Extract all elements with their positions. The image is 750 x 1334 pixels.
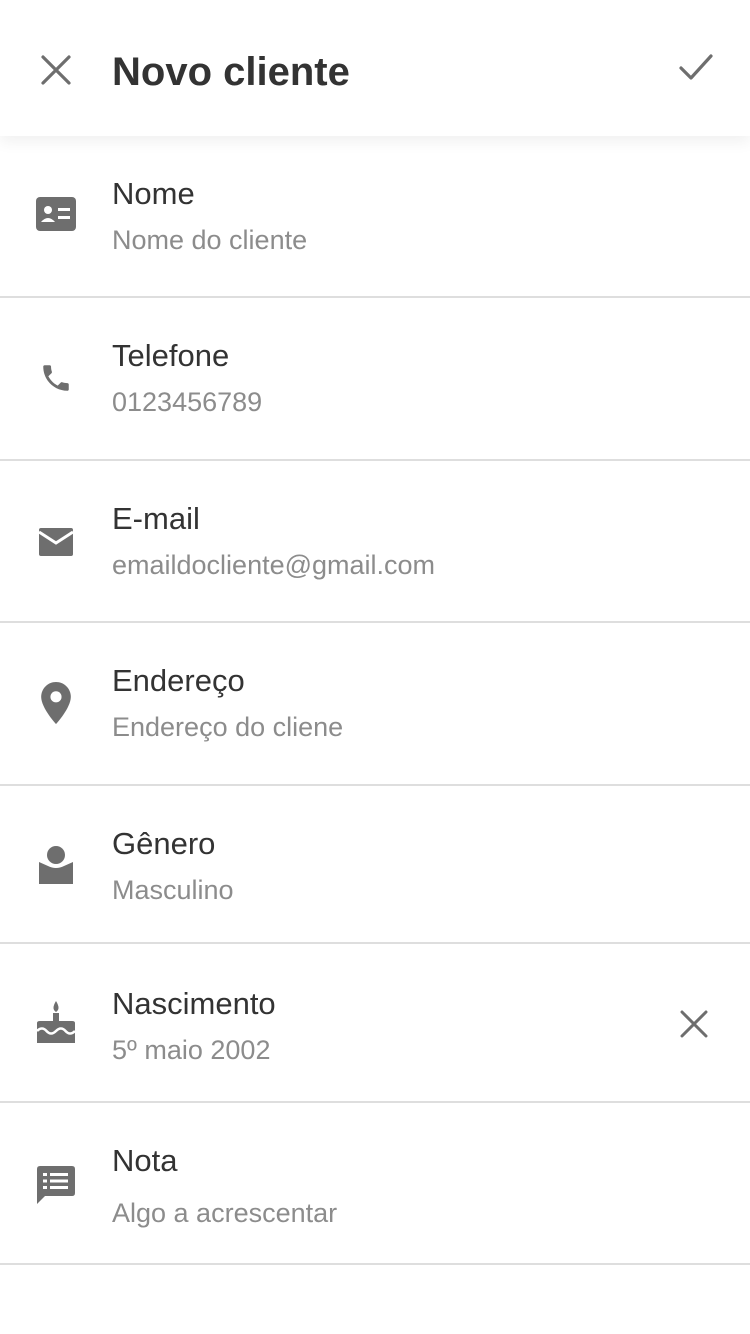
field-value[interactable]: Nome do cliente — [112, 222, 307, 258]
field-telefone[interactable]: Telefone 0123456789 — [0, 298, 750, 461]
close-button[interactable] — [36, 50, 76, 90]
field-value[interactable]: 5º maio 2002 — [112, 1032, 270, 1068]
field-label: Endereço — [112, 663, 245, 698]
note-icon — [36, 1165, 76, 1205]
field-endereco[interactable]: Endereço Endereço do cliene — [0, 623, 750, 786]
confirm-button[interactable] — [676, 48, 716, 88]
field-nome[interactable]: Nome Nome do cliente — [0, 136, 750, 298]
id-card-icon — [36, 194, 76, 234]
field-value[interactable]: Masculino — [112, 872, 234, 908]
field-label: Nascimento — [112, 986, 276, 1021]
field-label: Telefone — [112, 338, 230, 373]
field-label: Nome — [112, 176, 195, 211]
mail-icon — [36, 522, 76, 562]
field-value[interactable]: Endereço do cliene — [112, 709, 343, 745]
field-value[interactable]: Algo a acrescentar — [112, 1195, 337, 1231]
person-icon — [36, 844, 76, 884]
field-nota[interactable]: Nota Algo a acrescentar — [0, 1103, 750, 1265]
location-pin-icon — [36, 682, 76, 724]
close-icon — [41, 55, 71, 85]
client-form: Nome Nome do cliente Telefone 0123456789… — [0, 136, 750, 1265]
app-header: Novo cliente — [0, 0, 750, 136]
field-nascimento[interactable]: Nascimento 5º maio 2002 — [0, 944, 750, 1103]
field-label: Gênero — [112, 826, 216, 861]
field-email[interactable]: E-mail emaildocliente@gmail.com — [0, 461, 750, 623]
field-genero[interactable]: Gênero Masculino — [0, 786, 750, 944]
field-value[interactable]: emaildocliente@gmail.com — [112, 547, 435, 583]
check-icon — [679, 54, 713, 80]
clear-date-button[interactable] — [676, 1006, 712, 1042]
field-value[interactable]: 0123456789 — [112, 384, 262, 420]
field-label: Nota — [112, 1143, 178, 1178]
field-label: E-mail — [112, 501, 200, 536]
phone-icon — [36, 358, 76, 398]
cake-icon — [36, 1001, 76, 1043]
close-icon — [680, 1010, 708, 1038]
page-title: Novo cliente — [112, 50, 350, 94]
